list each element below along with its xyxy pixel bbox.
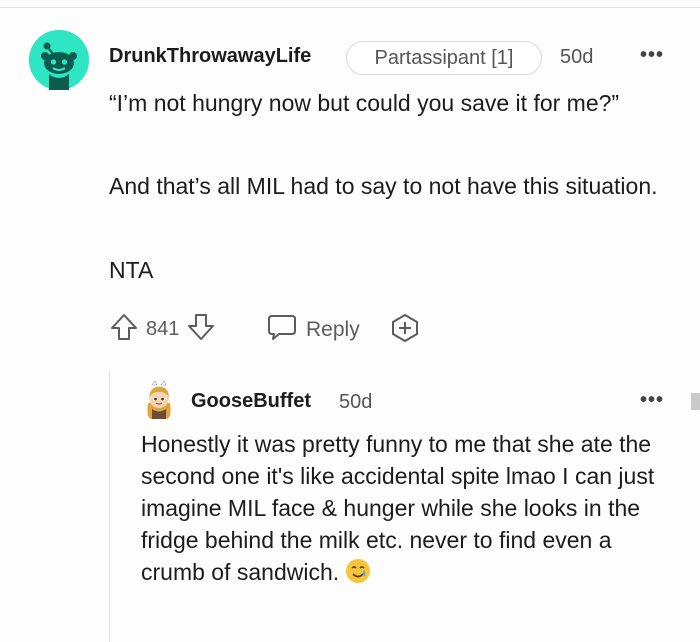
vote-score: 841 (146, 318, 180, 340)
award-plus-icon (392, 314, 418, 342)
reply-author[interactable]: GooseBuffet (191, 390, 311, 413)
user-flair: Partassipant [1] (346, 41, 542, 75)
award-button[interactable] (389, 312, 421, 344)
snoo-icon (29, 30, 89, 90)
reply-body: Honestly it was pretty funny to me that … (141, 428, 681, 592)
comment-author[interactable]: DrunkThrowawayLife (109, 45, 311, 68)
comment-paragraph: “I’m not hungry now but could you save i… (109, 90, 620, 116)
comment-bubble-icon (266, 312, 298, 347)
reply-button[interactable]: Reply (266, 312, 360, 347)
comment-paragraph: NTA (109, 257, 154, 283)
downvote-icon[interactable] (186, 312, 216, 347)
user-avatar[interactable] (29, 30, 89, 90)
scrollbar-thumb[interactable] (691, 393, 700, 410)
vote-controls: 841 (109, 312, 216, 347)
reply-text: Honestly it was pretty funny to me that … (141, 431, 655, 585)
reply-label: Reply (306, 317, 360, 341)
comment-paragraph: And that’s all MIL had to say to not hav… (109, 173, 658, 199)
upvote-icon[interactable] (109, 312, 139, 347)
more-options-icon[interactable]: ••• (640, 389, 664, 412)
thread-line[interactable] (109, 370, 110, 642)
smiling-face-with-tear-icon (345, 558, 371, 592)
reply-avatar[interactable] (141, 380, 177, 421)
reply-age[interactable]: 50d (339, 391, 372, 414)
more-options-icon[interactable]: ••• (640, 44, 664, 67)
comment-age[interactable]: 50d (560, 46, 593, 69)
top-divider (0, 7, 700, 8)
avatar-character-icon (147, 380, 171, 419)
